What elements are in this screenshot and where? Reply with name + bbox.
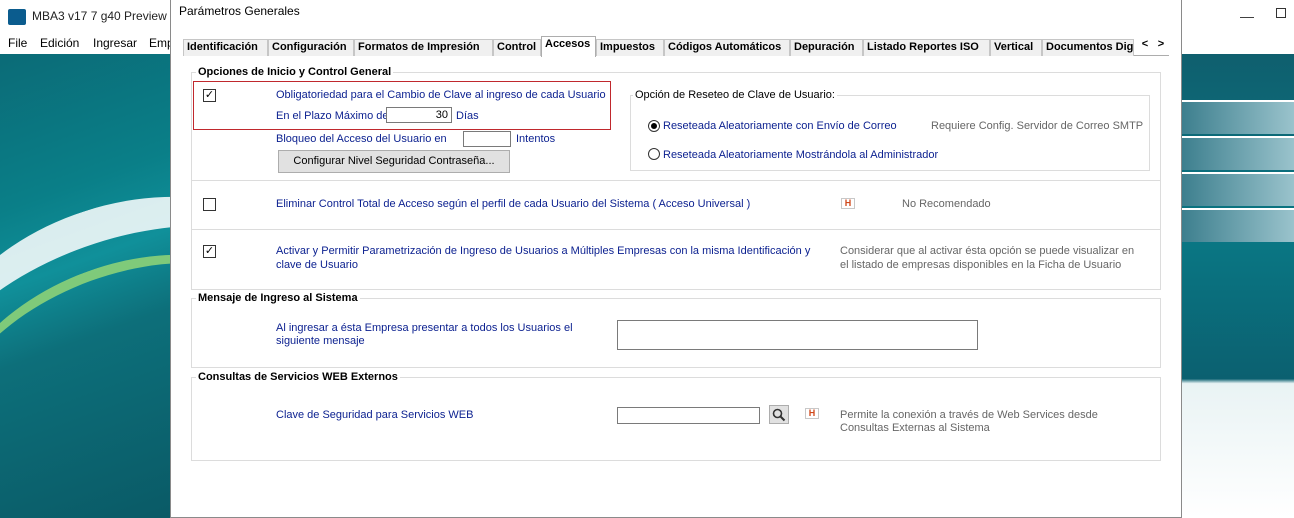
divider — [192, 229, 1160, 230]
mensaje-label-line2: siguiente mensaje — [276, 335, 365, 347]
cambio-clave-checkbox[interactable]: ✓ — [203, 89, 216, 102]
mensaje-input[interactable] — [617, 320, 978, 350]
web-clave-input[interactable] — [617, 407, 760, 424]
menu-ingresar[interactable]: Ingresar — [93, 36, 137, 50]
banner-image — [1182, 208, 1294, 242]
eliminar-checkbox[interactable] — [203, 198, 216, 211]
tab-configuracion[interactable]: Configuración — [268, 39, 354, 56]
multiples-note-line1: Considerar que al activar ésta opción se… — [840, 245, 1135, 257]
parametros-dialog: Parámetros Generales Identificación Conf… — [170, 0, 1182, 518]
tab-accesos[interactable]: Accesos — [541, 36, 596, 57]
reseteo-option1-radio[interactable] — [648, 120, 660, 132]
maximize-icon[interactable] — [1276, 8, 1286, 18]
group-mensaje-title: Mensaje de Ingreso al Sistema — [196, 292, 360, 304]
tab-scroll-right-icon[interactable]: > — [1154, 37, 1168, 53]
menu-edicion[interactable]: Edición — [40, 36, 79, 50]
plazo-input[interactable]: 30 — [386, 107, 452, 123]
bloqueo-input[interactable] — [463, 131, 511, 147]
tab-formatos[interactable]: Formatos de Impresión — [354, 39, 493, 56]
reseteo-option1-label: Reseteada Aleatoriamente con Envío de Co… — [663, 120, 897, 132]
cambio-clave-label: Obligatoriedad para el Cambio de Clave a… — [276, 89, 606, 101]
web-note-line1: Permite la conexión a través de Web Serv… — [840, 409, 1098, 421]
tab-listado-iso[interactable]: Listado Reportes ISO — [863, 39, 990, 56]
banner-image — [1182, 136, 1294, 170]
tab-bar: Identificación Configuración Formatos de… — [183, 36, 1169, 57]
bloqueo-label: Bloqueo del Acceso del Usuario en — [276, 133, 447, 145]
search-icon — [772, 408, 786, 422]
help-icon[interactable]: H — [805, 408, 819, 419]
group-web-title: Consultas de Servicios WEB Externos — [196, 371, 400, 383]
multiples-label-line1: Activar y Permitir Parametrización de In… — [276, 245, 811, 257]
reseteo-title: Opción de Reseteo de Clave de Usuario: — [633, 89, 837, 101]
plazo-label: En el Plazo Máximo de — [276, 110, 389, 122]
reseteo-option1-note: Requiere Config. Servidor de Correo SMTP — [931, 120, 1144, 132]
tab-codigos[interactable]: Códigos Automáticos — [664, 39, 790, 56]
configurar-seguridad-button[interactable]: Configurar Nivel Seguridad Contraseña... — [278, 150, 510, 173]
search-button[interactable] — [769, 405, 789, 424]
bloqueo-unit: Intentos — [516, 133, 556, 145]
app-background-graphic — [0, 54, 172, 518]
multiples-checkbox[interactable]: ✓ — [203, 245, 216, 258]
help-icon[interactable]: H — [841, 198, 855, 209]
eliminar-note: No Recomendado — [902, 198, 991, 210]
tab-depuracion[interactable]: Depuración — [790, 39, 863, 56]
group-inicio-title: Opciones de Inicio y Control General — [196, 66, 394, 78]
window-controls: — — [1182, 0, 1294, 54]
banner-image — [1182, 172, 1294, 206]
reseteo-option2-label: Reseteada Aleatoriamente Mostrándola al … — [663, 149, 939, 161]
tab-impuestos[interactable]: Impuestos — [596, 39, 664, 56]
app-logo-icon — [8, 9, 26, 25]
dialog-title: Parámetros Generales — [179, 4, 300, 18]
eliminar-label: Eliminar Control Total de Acceso según e… — [276, 198, 751, 210]
banner-image — [1182, 100, 1294, 134]
web-note-line2: Consultas Externas al Sistema — [840, 422, 990, 434]
web-label: Clave de Seguridad para Servicios WEB — [276, 409, 474, 421]
minimize-icon[interactable]: — — [1240, 8, 1254, 24]
multiples-note-line2: el listado de empresas disponibles en la… — [840, 259, 1122, 271]
reseteo-option2-radio[interactable] — [648, 148, 660, 160]
tab-scroll-left-icon[interactable]: < — [1138, 37, 1152, 53]
background-banner — [1182, 54, 1294, 518]
tab-identificacion[interactable]: Identificación — [183, 39, 268, 56]
menu-file[interactable]: File — [8, 36, 27, 50]
app-title: MBA3 v17 7 g40 Preview — [32, 9, 167, 23]
mensaje-label-line1: Al ingresar a ésta Empresa presentar a t… — [276, 322, 573, 334]
tab-vertical[interactable]: Vertical — [990, 39, 1042, 56]
tab-documentos[interactable]: Documentos Dig — [1042, 39, 1134, 56]
divider — [192, 180, 1160, 181]
plazo-unit: Días — [456, 110, 479, 122]
tab-control[interactable]: Control — [493, 39, 541, 56]
multiples-label-line2: clave de Usuario — [276, 259, 358, 271]
